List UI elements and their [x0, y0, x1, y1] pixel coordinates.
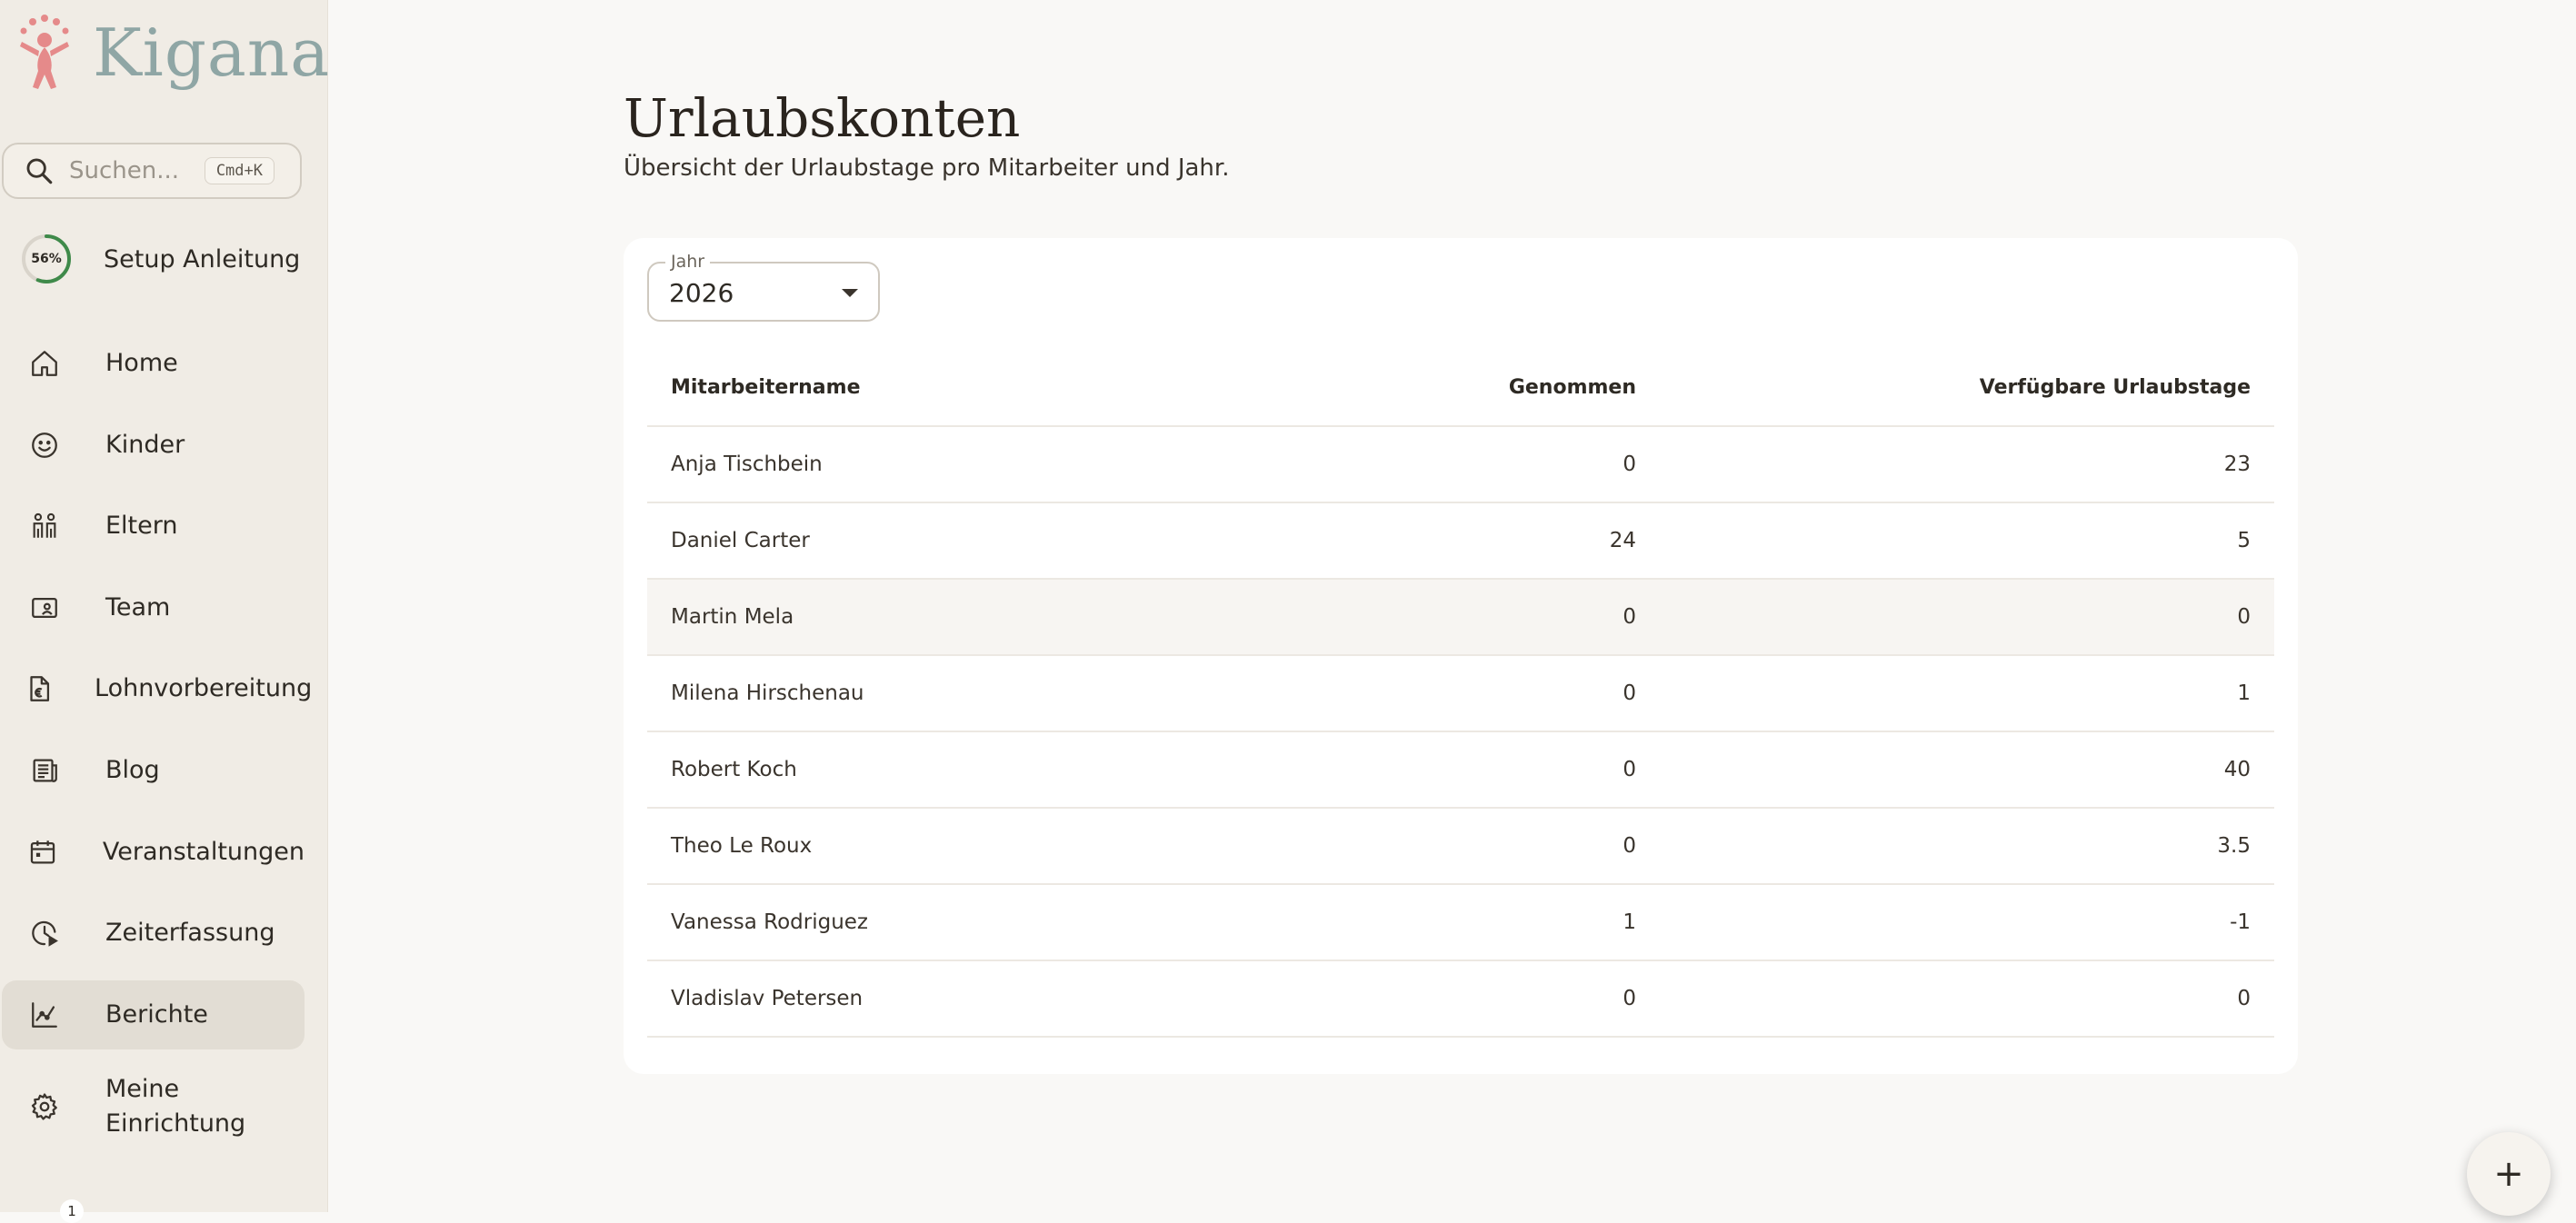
search-icon: [26, 158, 53, 184]
nav-item-lohnvorbereitung[interactable]: Lohnvorbereitung: [2, 654, 312, 723]
page-subtitle: Übersicht der Urlaubstage pro Mitarbeite…: [624, 154, 1230, 182]
table-row[interactable]: Milena Hirschenau 0 1: [647, 655, 2274, 732]
nav-item-home[interactable]: Home: [2, 329, 305, 398]
vacation-accounts-card: Jahr 2026 Mitarbeitername Genommen Verfü…: [624, 238, 2298, 1074]
setup-progress-ring: 56%: [20, 233, 73, 285]
days-taken: 0: [1331, 808, 1660, 885]
days-taken: 0: [1331, 579, 1660, 656]
main-nav: Home Kinder Eltern Team Lohnvorbereitung…: [2, 329, 312, 1165]
days-taken: 0: [1331, 426, 1660, 503]
employee-name: Martin Mela: [647, 579, 1331, 656]
setup-progress-label: 56%: [31, 252, 62, 266]
table-row[interactable]: Anja Tischbein 0 23: [647, 426, 2274, 503]
days-available: -1: [1660, 884, 2274, 961]
add-button[interactable]: +: [2467, 1132, 2551, 1216]
nav-label: Kinder: [105, 430, 185, 459]
nav-item-kinder[interactable]: Kinder: [2, 411, 305, 480]
search-box[interactable]: Suchen... Cmd+K: [2, 143, 302, 199]
days-taken: 24: [1331, 502, 1660, 580]
table-header-row: Mitarbeitername Genommen Verfügbare Urla…: [647, 349, 2274, 427]
column-header-name[interactable]: Mitarbeitername: [647, 349, 1331, 427]
setup-guide-label: Setup Anleitung: [104, 244, 301, 273]
nav-label: Blog: [105, 755, 160, 784]
newspaper-icon: [24, 750, 65, 791]
notification-badge: 1: [60, 1199, 84, 1223]
nav-item-zeiterfassung[interactable]: Zeiterfassung: [2, 899, 305, 968]
table-row[interactable]: Theo Le Roux 0 3.5: [647, 808, 2274, 885]
nav-item-veranstaltungen[interactable]: Veranstaltungen: [2, 818, 305, 887]
shortcut-hint: Cmd+K: [204, 157, 275, 184]
euro-document-icon: [24, 668, 55, 710]
employee-name: Theo Le Roux: [647, 808, 1331, 885]
days-taken: 0: [1331, 655, 1660, 732]
days-available: 3.5: [1660, 808, 2274, 885]
search-placeholder: Suchen...: [69, 157, 180, 184]
nav-label: Lohnvorbereitung: [95, 674, 313, 703]
days-available: 5: [1660, 502, 2274, 580]
days-available: 1: [1660, 655, 2274, 732]
employee-name: Daniel Carter: [647, 502, 1331, 580]
days-available: 23: [1660, 426, 2274, 503]
chevron-down-icon: [842, 289, 858, 297]
smiley-icon: [24, 424, 65, 466]
table-row[interactable]: Martin Mela 0 0: [647, 579, 2274, 656]
nav-label: Home: [105, 349, 178, 377]
nav-label: Meine Einrichtung: [105, 1075, 246, 1138]
employee-name: Robert Koch: [647, 731, 1331, 809]
employee-name: Anja Tischbein: [647, 426, 1331, 503]
page-title: Urlaubskonten: [624, 87, 1021, 149]
setup-guide-link[interactable]: 56% Setup Anleitung: [20, 233, 300, 285]
nav-label: Team: [105, 592, 171, 621]
days-taken: 0: [1331, 731, 1660, 809]
year-select-label: Jahr: [665, 252, 711, 272]
year-select[interactable]: Jahr 2026: [647, 252, 880, 322]
days-taken: 1: [1331, 884, 1660, 961]
nav-item-team[interactable]: Team: [2, 573, 305, 642]
days-available: 0: [1660, 579, 2274, 656]
logo-wordmark: Kigana: [93, 15, 331, 91]
days-available: 0: [1660, 960, 2274, 1038]
logo[interactable]: Kigana: [16, 15, 330, 91]
table-row[interactable]: Daniel Carter 24 5: [647, 502, 2274, 580]
employee-name: Vladislav Petersen: [647, 960, 1331, 1038]
table-row[interactable]: Robert Koch 0 40: [647, 731, 2274, 809]
nav-item-berichte[interactable]: Berichte: [2, 979, 305, 1049]
parents-icon: [24, 505, 65, 547]
employee-name: Vanessa Rodriguez: [647, 884, 1331, 961]
nav-item-meine-einrichtung[interactable]: Meine Einrichtung: [2, 1061, 305, 1152]
column-header-taken[interactable]: Genommen: [1331, 349, 1660, 427]
sidebar: Kigana Suchen... Cmd+K 56% Setup Anleitu…: [0, 0, 330, 1223]
kigana-logo-icon: [20, 15, 69, 89]
chart-icon: [24, 994, 65, 1036]
nav-label: Eltern: [105, 512, 178, 541]
employee-name: Milena Hirschenau: [647, 655, 1331, 732]
id-card-icon: [24, 587, 65, 629]
nav-item-eltern[interactable]: Eltern: [2, 492, 305, 561]
clock-icon: [24, 912, 65, 954]
nav-label: Berichte: [105, 999, 208, 1029]
days-taken: 0: [1331, 960, 1660, 1038]
column-header-available[interactable]: Verfügbare Urlaubstage: [1660, 349, 2274, 427]
gear-icon: [24, 1086, 65, 1128]
home-icon: [24, 343, 65, 384]
calendar-icon: [24, 831, 63, 873]
year-select-value: 2026: [669, 278, 734, 308]
nav-label: Zeiterfassung: [105, 919, 275, 948]
nav-label: Veranstaltungen: [102, 837, 305, 866]
table-row[interactable]: Vanessa Rodriguez 1 -1: [647, 884, 2274, 961]
nav-item-blog[interactable]: Blog: [2, 736, 305, 805]
days-available: 40: [1660, 731, 2274, 809]
vacation-table: Mitarbeitername Genommen Verfügbare Urla…: [647, 349, 2274, 1038]
table-row[interactable]: Vladislav Petersen 0 0: [647, 960, 2274, 1038]
